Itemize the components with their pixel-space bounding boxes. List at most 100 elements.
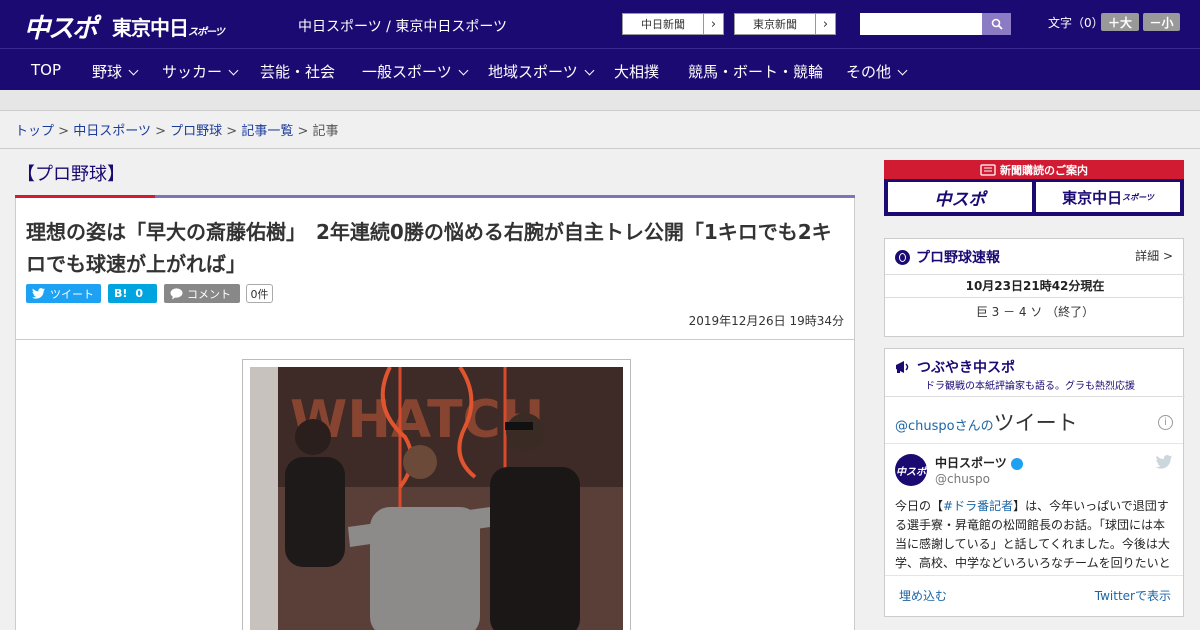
comment-label: コメント [187,287,231,301]
tokyo-shimbun-link[interactable]: 東京新聞 › [734,13,836,35]
hatena-count: 0 [135,287,144,300]
score-result[interactable]: 巨 3 － 4 ソ （終了） [885,303,1185,320]
nav-label: その他 [846,63,892,81]
header-spacer [0,90,1200,111]
tokyo-logo-text: 東京中日 [112,16,189,40]
embed-link[interactable]: 埋め込む [899,587,947,604]
chevron-down-icon [584,65,595,76]
score-timestamp: 10月23日21時42分現在 [885,274,1185,298]
baseball-score-box: プロ野球速報 詳細 > 10月23日21時42分現在 巨 3 － 4 ソ （終了… [884,238,1185,337]
tweet-label: ツイート [50,287,94,301]
nav-baseball[interactable]: 野球 [92,61,139,82]
breadcrumb-separator: > [297,124,309,139]
main-nav: TOP 野球 サッカー 芸能・社会 一般スポーツ 地域スポーツ 大相撲 競馬・ボ… [0,48,1200,90]
twitter-bird-icon[interactable] [1155,455,1173,469]
newspaper-icon [980,163,996,176]
ext-link-label: 東京新聞 [753,18,797,31]
article-photo[interactable]: WHATCH [250,367,623,630]
subscription-title: 新聞購読のご案内 [884,160,1184,179]
subscribe-tokyo-logo[interactable]: 東京中日 スポーツ [1036,182,1180,212]
chevron-down-icon [458,65,469,76]
nav-other[interactable]: その他 [846,61,908,82]
tweet-author-name[interactable]: 中日スポーツ [935,454,1023,471]
score-box-title-text: プロ野球速報 [916,250,1000,266]
tweet-text: 今日の【#ドラ番記者】は、今年いっぱいで退団する選手寮・昇竜館の松岡館長のお話。… [895,497,1175,573]
tweet-hashtag-link[interactable]: #ドラ番記者 [943,499,1013,513]
chunichi-shimbun-link[interactable]: 中日新聞 › [622,13,724,35]
comment-button[interactable]: コメント [164,284,240,303]
search-input[interactable] [860,13,982,35]
breadcrumb-separator: > [226,124,238,139]
tweet-button[interactable]: ツイート [26,284,101,303]
twitter-bird-icon [32,288,45,299]
chuspo-logo[interactable]: 中スポ [24,8,98,45]
tokyo-chunichi-logo[interactable]: 東京中日スポーツ [112,12,225,41]
info-icon[interactable]: i [1158,415,1173,430]
chevron-down-icon [128,65,139,76]
chevron-down-icon [228,65,239,76]
tokyo-logo-small: スポーツ [188,27,225,38]
article-headline: 理想の姿は「早大の斎藤佑樹」 2年連続0勝の悩める右腕が自主トレ公開「1キロでも… [26,220,832,276]
search-icon [991,18,1003,30]
site-names: 中日スポーツ / 東京中日スポーツ [298,19,508,35]
hatena-icon: B! [114,287,128,300]
nav-sumo[interactable]: 大相撲 [614,61,659,82]
hatena-bookmark-button[interactable]: B! 0 [108,284,157,303]
search-button[interactable] [982,13,1011,35]
view-on-twitter-link[interactable]: Twitterで表示 [1095,587,1171,604]
breadcrumb-link-top[interactable]: トップ [15,124,54,139]
breadcrumb-link-pro-baseball[interactable]: プロ野球 [170,124,222,139]
ext-link-label: 中日新聞 [641,18,685,31]
avatar[interactable]: 中スポ [895,454,927,486]
twitter-box-subtitle: ドラ観戦の本紙評論家も語る。グラも熱烈応援 [925,381,1135,392]
megaphone-icon [896,361,909,373]
publish-date: 2019年12月26日 19時34分 [688,314,844,328]
baseball-icon [895,249,910,265]
nav-racing[interactable]: 競馬・ボート・競輪 [688,61,823,82]
nav-label: 野球 [92,63,123,81]
chevron-down-icon [897,65,908,76]
nav-label: 地域スポーツ [488,63,578,81]
nav-label: 大相撲 [614,63,660,81]
breadcrumb-link-chunichi-sports[interactable]: 中日スポーツ [73,124,151,139]
subscription-banner[interactable]: 新聞購読のご案内 中スポ 東京中日 スポーツ [884,160,1184,216]
font-increase-button[interactable]: ＋大 [1101,13,1139,31]
twitter-box-title-text: つぶやき中スポ [917,360,1015,376]
nav-general-sports[interactable]: 一般スポーツ [362,61,469,82]
subscribe-chuspo-logo[interactable]: 中スポ [888,182,1032,212]
breadcrumb-current: 記事 [312,124,339,139]
tweet-author-handle[interactable]: @chuspo [935,472,990,486]
subscribe-tokyo-text: 東京中日 [1062,188,1123,207]
article-header: 理想の姿は「早大の斎藤佑樹」 2年連続0勝の悩める右腕が自主トレ公開「1キロでも… [15,198,855,340]
twitter-widget-box: つぶやき中スポ ドラ観戦の本紙評論家も語る。グラも熱烈応援 @chuspoさんの… [884,348,1185,617]
twitter-box-title: つぶやき中スポ [895,357,1015,377]
tweet-text-pre: 今日の【 [895,499,944,513]
subscribe-tokyo-small: スポーツ [1122,192,1154,202]
timeline-heading: @chuspoさんのツイート [895,407,1078,437]
breadcrumb-link-article-list[interactable]: 記事一覧 [241,124,293,139]
nav-label: 競馬・ボート・競輪 [688,63,824,81]
subscription-title-text: 新聞購読のご案内 [1000,163,1088,177]
font-size-label: 文字（0） [1048,16,1104,30]
verified-badge-icon [1010,457,1023,470]
nav-local-sports[interactable]: 地域スポーツ [488,61,595,82]
article-photo-frame: WHATCH [242,359,631,630]
nav-entertainment[interactable]: 芸能・社会 [260,61,335,82]
breadcrumb-divider [0,148,1200,149]
article-body: WHATCH [15,340,855,630]
nav-label: 芸能・社会 [260,63,336,81]
nav-top[interactable]: TOP [31,61,61,79]
chevron-right-icon: › [703,14,723,34]
category-title: 【プロ野球】 [17,164,125,185]
breadcrumb-separator: > [58,124,70,139]
chevron-right-icon: › [815,14,835,34]
breadcrumb: トップ > 中日スポーツ > プロ野球 > 記事一覧 > 記事 [15,120,339,139]
score-detail-link[interactable]: 詳細 > [1135,247,1173,264]
nav-soccer[interactable]: サッカー [162,61,239,82]
breadcrumb-separator: > [155,124,166,139]
tweet-author-name-text: 中日スポーツ [935,456,1007,470]
comment-bubble-icon [170,287,183,299]
font-decrease-button[interactable]: －小 [1143,13,1180,31]
timeline-account-link[interactable]: @chuspo [895,419,955,434]
twitter-timeline: @chuspoさんのツイート i 中スポ 中日スポーツ @chuspo 今日の【… [885,396,1185,628]
